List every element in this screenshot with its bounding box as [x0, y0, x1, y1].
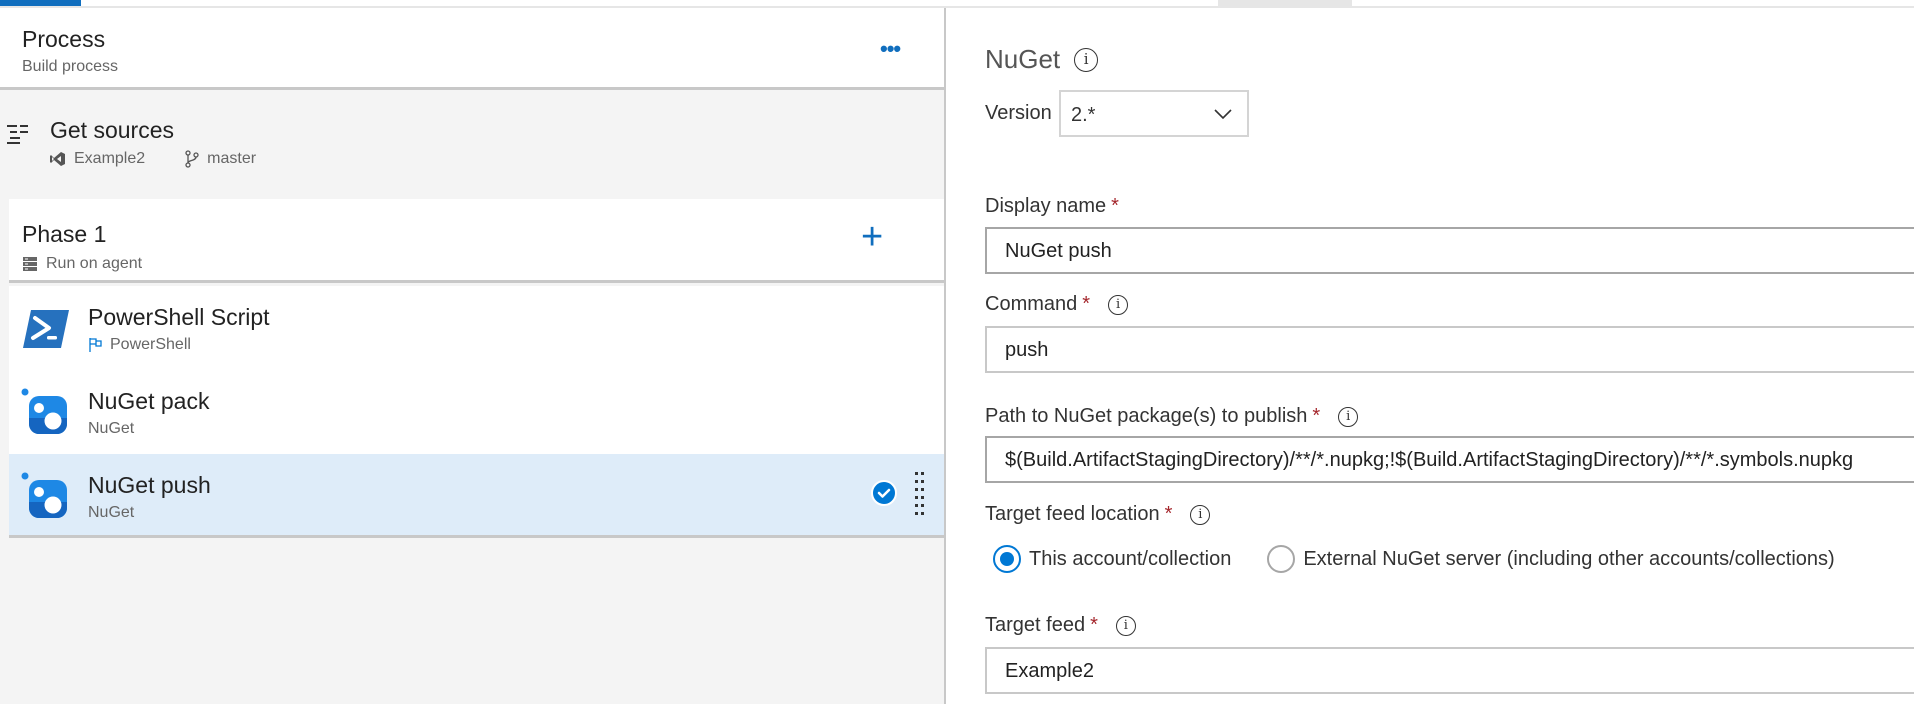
process-panel: Process Build process ••• Get sources Ex… [0, 8, 946, 704]
task-subtitle: NuGet [88, 504, 135, 521]
display-name-input[interactable]: NuGet push [985, 227, 1914, 274]
info-icon[interactable]: i [1115, 615, 1136, 636]
repo-name: Example2 [74, 150, 146, 167]
phase-subtitle: Run on agent [46, 255, 143, 272]
target-feed-location-label: Target feed location * i [985, 503, 1211, 526]
process-title: Process [22, 26, 106, 52]
get-sources-title: Get sources [50, 117, 174, 143]
info-icon[interactable]: i [1108, 294, 1129, 315]
path-label: Path to NuGet package(s) to publish * i [985, 405, 1359, 428]
task-item-nuget-push[interactable]: NuGet push NuGet [9, 454, 944, 538]
branch-icon [185, 150, 199, 168]
radio-this-account[interactable]: This account/collection [993, 545, 1231, 573]
path-input[interactable]: $(Build.ArtifactStagingDirectory)/**/*.n… [985, 436, 1914, 483]
radio-button[interactable] [1267, 545, 1296, 573]
task-subtitle: NuGet [88, 420, 135, 437]
list-icon [7, 125, 28, 144]
add-task-button[interactable]: + [861, 218, 883, 256]
task-item-nuget-pack[interactable]: NuGet pack NuGet [9, 370, 944, 454]
agent-server-icon [23, 257, 37, 271]
branch-name: master [207, 150, 257, 167]
visual-studio-icon [50, 152, 65, 166]
task-title: PowerShell Script [88, 304, 270, 330]
more-options-button[interactable]: ••• [880, 36, 901, 62]
target-feed-location-radio-group: This account/collection External NuGet s… [993, 545, 1835, 573]
command-label: Command * i [985, 293, 1129, 316]
task-title: NuGet pack [88, 388, 210, 414]
display-name-label: Display name * [985, 195, 1119, 217]
command-select[interactable]: push [985, 326, 1914, 373]
chevron-down-icon [1214, 109, 1232, 120]
task-title: NuGet push [88, 472, 211, 498]
info-icon[interactable]: i [1190, 504, 1211, 525]
active-tab-indicator[interactable] [0, 0, 81, 6]
get-sources-item[interactable]: Get sources Example2 master [0, 93, 944, 203]
process-header[interactable]: Process Build process ••• [0, 8, 944, 90]
tab-hover-block[interactable] [1218, 0, 1352, 7]
task-enabled-check-icon[interactable] [871, 480, 897, 506]
radio-button-selected[interactable] [993, 545, 1021, 573]
phase-title: Phase 1 [22, 221, 107, 247]
process-subtitle: Build process [22, 58, 119, 75]
radio-external-nuget-server[interactable]: External NuGet server (including other a… [1267, 545, 1835, 573]
version-value: 2.* [1071, 104, 1096, 126]
info-icon[interactable]: i [1338, 406, 1359, 427]
task-item-powershell-script[interactable]: PowerShell Script PowerShell [9, 286, 944, 370]
info-icon[interactable]: i [1074, 47, 1099, 72]
task-details-title: NuGet [985, 44, 1061, 74]
powershell-icon [23, 310, 69, 348]
nuget-icon [21, 388, 67, 434]
version-select[interactable]: 2.* [1059, 90, 1249, 137]
task-subtitle: PowerShell [110, 336, 191, 353]
nuget-icon [21, 472, 67, 518]
task-details-panel: NuGet i Version 2.* Display name * NuGet … [948, 8, 1914, 704]
top-tab-bar [0, 0, 1914, 8]
target-feed-label: Target feed * i [985, 614, 1136, 637]
flag-icon [89, 338, 102, 352]
drag-handle-icon[interactable] [915, 472, 925, 516]
phase-item[interactable]: Phase 1 Run on agent + [9, 199, 944, 283]
version-label: Version [985, 102, 1052, 124]
target-feed-select[interactable]: Example2 [985, 647, 1914, 694]
